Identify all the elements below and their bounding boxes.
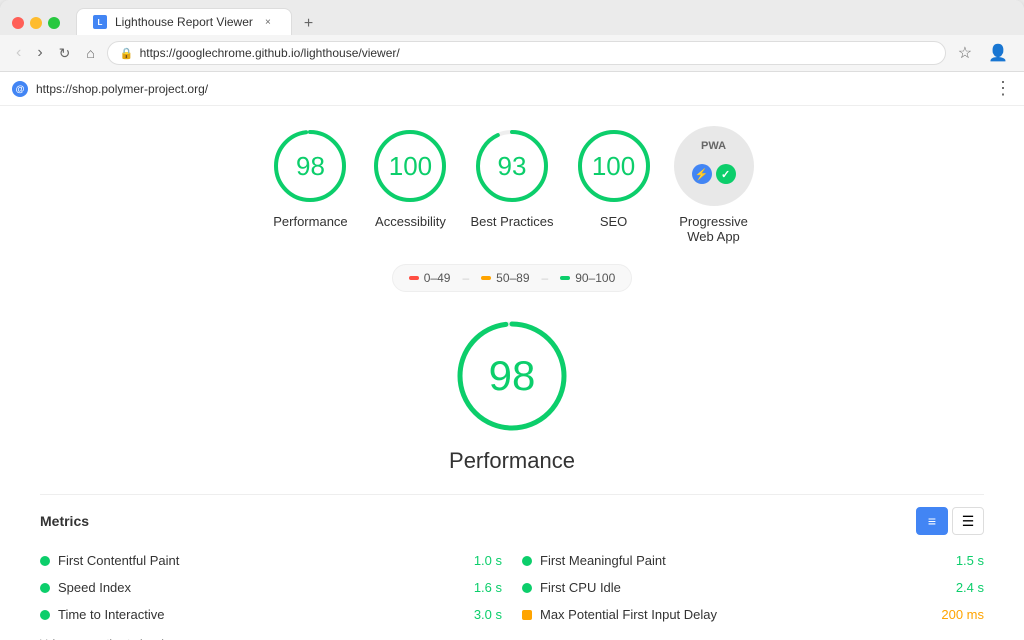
legend-label-red: 0–49 [424,271,451,285]
big-score-value: 98 [489,352,536,400]
legend-sep-1: – [462,271,469,285]
bookmark-button[interactable]: ☆ [954,41,976,65]
pwa-label: ProgressiveWeb App [679,214,748,244]
seo-label: SEO [600,214,627,229]
performance-score-value: 98 [296,151,325,182]
legend: 0–49 – 50–89 – 90–100 [40,264,984,292]
score-card-performance[interactable]: 98 Performance [270,126,350,229]
tab-title: Lighthouse Report Viewer [115,15,253,29]
close-button[interactable] [12,17,24,29]
metric-row-fcp: First Contentful Paint 1.0 s [40,547,502,574]
back-button[interactable]: ‹ [12,42,25,64]
forward-button[interactable]: › [33,42,46,64]
best-practices-label: Best Practices [470,214,553,229]
big-score-section: 98 Performance [40,316,984,474]
metric-dot-fci [522,583,532,593]
maximize-button[interactable] [48,17,60,29]
legend-dot-orange [481,276,491,280]
legend-label-green: 90–100 [575,271,615,285]
metric-dot-tti [40,610,50,620]
metric-name-fmp: First Meaningful Paint [540,553,948,568]
legend-label-orange: 50–89 [496,271,529,285]
metrics-title: Metrics [40,513,89,529]
score-cards: 98 Performance 100 Accessibility [40,126,984,244]
metrics-col-right: First Meaningful Paint 1.5 s First CPU I… [522,547,984,628]
big-score-label: Performance [449,448,575,474]
address-bar[interactable]: 🔒 https://googlechrome.github.io/lightho… [107,41,946,65]
score-card-pwa[interactable]: PWA ⚡ ✓ ProgressiveWeb App [674,126,754,244]
new-tab-button[interactable]: + [296,15,321,33]
tab-close-button[interactable]: × [261,15,275,29]
legend-sep-2: – [542,271,549,285]
legend-dot-green [560,276,570,280]
accessibility-score-value: 100 [389,151,432,182]
pwa-icon-check: ✓ [716,164,736,184]
metric-value-tti: 3.0 s [474,607,502,622]
metric-name-tti: Time to Interactive [58,607,466,622]
metric-row-tti: Time to Interactive 3.0 s [40,601,502,628]
pwa-icon-fast: ⚡ [692,164,712,184]
metric-name-si: Speed Index [58,580,466,595]
accessibility-label: Accessibility [375,214,446,229]
score-circle-accessibility: 100 [370,126,450,206]
metric-row-fmp: First Meaningful Paint 1.5 s [522,547,984,574]
site-url: https://shop.polymer-project.org/ [36,82,208,96]
metric-dot-fmp [522,556,532,566]
score-circle-seo: 100 [574,126,654,206]
metric-value-fmp: 1.5 s [956,553,984,568]
metric-row-mpfid: Max Potential First Input Delay 200 ms [522,601,984,628]
score-card-best-practices[interactable]: 93 Best Practices [470,126,553,229]
legend-dot-red [409,276,419,280]
site-bar: @ https://shop.polymer-project.org/ ⋮ [0,72,1024,106]
seo-score-value: 100 [592,151,635,182]
view-toggles: ≡ ☰ [916,507,984,535]
metric-dot-si [40,583,50,593]
score-card-seo[interactable]: 100 SEO [574,126,654,229]
metric-value-mpfid: 200 ms [941,607,984,622]
reload-button[interactable]: ↻ [55,43,75,64]
best-practices-score-value: 93 [498,151,527,182]
big-score-circle: 98 [452,316,572,436]
metric-value-si: 1.6 s [474,580,502,595]
page-content: 98 Performance 100 Accessibility [0,106,1024,640]
score-circle-best-practices: 93 [472,126,552,206]
metric-value-fci: 2.4 s [956,580,984,595]
legend-red: 0–49 [409,271,451,285]
legend-green: 90–100 [560,271,615,285]
metric-name-fcp: First Contentful Paint [58,553,466,568]
pwa-icons: ⚡ ✓ [692,164,736,184]
active-tab[interactable]: L Lighthouse Report Viewer × [76,8,292,35]
metric-dot-fcp [40,556,50,566]
metrics-col-left: First Contentful Paint 1.0 s Speed Index… [40,547,502,628]
view-toggle-bar[interactable]: ≡ [916,507,948,535]
legend-pill: 0–49 – 50–89 – 90–100 [392,264,633,292]
legend-orange: 50–89 [481,271,529,285]
tab-favicon: L [93,15,107,29]
score-card-accessibility[interactable]: 100 Accessibility [370,126,450,229]
metrics-section: Metrics ≡ ☰ First Contentful Paint 1.0 s [40,494,984,640]
url-text: https://googlechrome.github.io/lighthous… [140,46,400,60]
metric-value-fcp: 1.0 s [474,553,502,568]
view-toggle-list[interactable]: ☰ [952,507,984,535]
account-button[interactable]: 👤 [984,41,1012,65]
metric-dot-mpfid [522,610,532,620]
lock-icon: 🔒 [120,47,134,60]
score-circle-performance: 98 [270,126,350,206]
site-favicon: @ [12,81,28,97]
metric-row-fci: First CPU Idle 2.4 s [522,574,984,601]
metric-row-si: Speed Index 1.6 s [40,574,502,601]
metric-name-fci: First CPU Idle [540,580,948,595]
pwa-badge: PWA ⚡ ✓ [674,126,754,206]
site-info: @ https://shop.polymer-project.org/ [12,81,208,97]
home-button[interactable]: ⌂ [82,43,98,63]
performance-label: Performance [273,214,347,229]
metrics-grid: First Contentful Paint 1.0 s Speed Index… [40,547,984,628]
minimize-button[interactable] [30,17,42,29]
metric-name-mpfid: Max Potential First Input Delay [540,607,933,622]
pwa-text: PWA [701,140,726,152]
more-options-button[interactable]: ⋮ [994,78,1012,99]
metrics-header: Metrics ≡ ☰ [40,507,984,535]
address-bar-row: ‹ › ↻ ⌂ 🔒 https://googlechrome.github.io… [0,35,1024,72]
